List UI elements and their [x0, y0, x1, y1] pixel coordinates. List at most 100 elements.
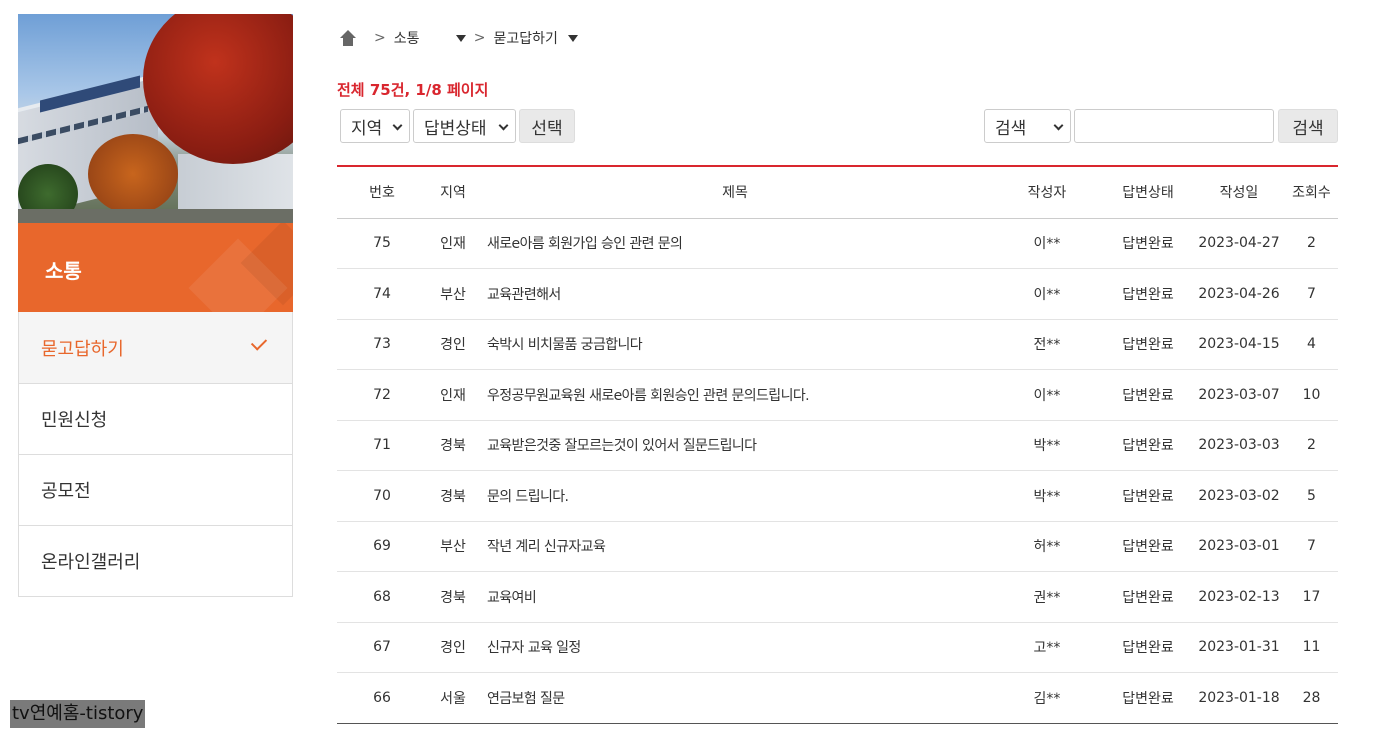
table-row[interactable]: 71 경북 교육받은것중 잘모르는것이 있어서 질문드립니다 박** 답변완료 …	[337, 420, 1338, 471]
table-row[interactable]: 72 인재 우정공무원교육원 새로e아름 회원승인 관련 문의드립니다. 이**…	[337, 369, 1338, 421]
region-select-value: 지역	[351, 118, 383, 139]
sidebar-item-label: 묻고답하기	[41, 338, 124, 360]
cell-date: 2023-04-15	[1193, 319, 1285, 370]
cell-subject-link[interactable]: 신규자 교육 일정	[479, 622, 991, 673]
cell-date: 2023-03-01	[1193, 521, 1285, 572]
chevron-down-icon	[498, 120, 509, 131]
breadcrumb: > 소통 > 묻고답하기	[340, 28, 578, 48]
home-icon[interactable]	[340, 30, 356, 46]
cell-views: 17	[1285, 571, 1338, 623]
search-button[interactable]: 검색	[1278, 109, 1338, 143]
sidebar-menu: 묻고답하기 민원신청 공모전 온라인갤러리	[18, 312, 293, 597]
cell-region: 인재	[427, 218, 479, 269]
cell-author: 이**	[991, 369, 1103, 421]
sidebar-item-label: 민원신청	[41, 410, 108, 431]
sidebar-title-banner: 소통	[18, 223, 293, 312]
cell-subject-link[interactable]: 문의 드립니다.	[479, 470, 991, 522]
cell-author: 박**	[991, 420, 1103, 471]
apply-filter-button[interactable]: 선택	[519, 109, 575, 143]
check-icon	[250, 334, 268, 351]
table-row[interactable]: 73 경인 숙박시 비치물품 궁금합니다 전** 답변완료 2023-04-15…	[337, 319, 1338, 370]
cell-author: 고**	[991, 622, 1103, 673]
dropdown-arrow-icon	[567, 34, 578, 42]
cell-views: 4	[1285, 319, 1338, 370]
sidebar-item-contest[interactable]: 공모전	[19, 454, 292, 525]
cell-region: 경인	[427, 622, 479, 673]
sidebar-item-label: 온라인갤러리	[41, 552, 141, 573]
sidebar-item-label: 공모전	[41, 481, 91, 502]
search-input[interactable]	[1074, 109, 1274, 143]
cell-subject-link[interactable]: 교육받은것중 잘모르는것이 있어서 질문드립니다	[479, 420, 991, 471]
table-row[interactable]: 70 경북 문의 드립니다. 박** 답변완료 2023-03-02 5	[337, 470, 1338, 522]
cell-author: 권**	[991, 571, 1103, 623]
chevron-down-icon	[1053, 120, 1064, 131]
cell-author: 허**	[991, 521, 1103, 572]
search-type-select[interactable]: 검색	[984, 109, 1071, 143]
cell-date: 2023-01-18	[1198, 689, 1280, 706]
cell-no: 67	[337, 622, 427, 673]
breadcrumb-level2-label: 묻고답하기	[493, 31, 558, 47]
cell-no: 75	[337, 218, 427, 269]
header-subject: 제목	[479, 166, 991, 219]
cell-status: 답변완료	[1103, 268, 1193, 320]
table-row[interactable]: 75 인재 새로e아름 회원가입 승인 관련 문의 이** 답변완료 2023-…	[337, 218, 1338, 269]
cell-author: 전**	[991, 319, 1103, 370]
table-row[interactable]: 74 부산 교육관련해서 이** 답변완료 2023-04-26 7	[337, 268, 1338, 320]
cell-subject-link[interactable]: 새로e아름 회원가입 승인 관련 문의	[479, 218, 991, 269]
cell-no: 70	[337, 470, 427, 522]
table-row[interactable]: 66 서울 연금보험 질문 김** 답변완료 2023-01-18 28	[337, 673, 1338, 724]
header-views: 조회수	[1285, 166, 1338, 219]
cell-no: 66	[373, 689, 391, 706]
cell-no: 74	[337, 268, 427, 320]
cell-no: 73	[337, 319, 427, 370]
breadcrumb-level2[interactable]: 묻고답하기	[493, 28, 578, 48]
table-row[interactable]: 69 부산 작년 계리 신규자교육 허** 답변완료 2023-03-01 7	[337, 521, 1338, 572]
breadcrumb-level1[interactable]: 소통	[394, 28, 466, 48]
table-row[interactable]: 68 경북 교육여비 권** 답변완료 2023-02-13 17	[337, 571, 1338, 623]
cell-subject-link[interactable]: 작년 계리 신규자교육	[479, 521, 991, 572]
cell-subject-link[interactable]: 연금보험 질문	[479, 673, 991, 724]
sidebar-item-qna[interactable]: 묻고답하기	[19, 312, 292, 383]
cell-status: 답변완료	[1103, 369, 1193, 421]
header-date: 작성일	[1193, 166, 1285, 219]
cell-author: 이**	[991, 268, 1103, 320]
cell-region: 부산	[427, 268, 479, 320]
table-row[interactable]: 67 경인 신규자 교육 일정 고** 답변완료 2023-01-31 11	[337, 622, 1338, 673]
dropdown-arrow-icon	[455, 34, 466, 42]
cell-author: 김**	[1033, 690, 1061, 707]
cell-date: 2023-02-13	[1193, 571, 1285, 623]
cell-views: 11	[1285, 622, 1338, 673]
cell-status: 답변완료	[1103, 521, 1193, 572]
cell-region: 인재	[427, 369, 479, 421]
cell-subject-link[interactable]: 교육여비	[479, 571, 991, 623]
sidebar-item-gallery[interactable]: 온라인갤러리	[19, 525, 292, 596]
cell-date: 2023-04-27	[1193, 218, 1285, 269]
campus-photo	[18, 14, 293, 223]
watermark: tv연예홈-tistory	[10, 700, 146, 728]
status-select[interactable]: 답변상태	[413, 109, 516, 143]
cell-region: 서울	[440, 690, 466, 707]
status-select-value: 답변상태	[424, 118, 487, 139]
cell-views: 5	[1285, 470, 1338, 522]
cell-subject-link[interactable]: 숙박시 비치물품 궁금합니다	[479, 319, 991, 370]
cell-date: 2023-01-31	[1193, 622, 1285, 673]
breadcrumb-separator: >	[374, 30, 386, 46]
cell-subject-link[interactable]: 우정공무원교육원 새로e아름 회원승인 관련 문의드립니다.	[479, 369, 991, 421]
cell-no: 69	[337, 521, 427, 572]
cell-status: 답변완료	[1103, 622, 1193, 673]
total-count-text: 전체 75건, 1/8 페이지	[337, 81, 489, 99]
cell-no: 71	[337, 420, 427, 471]
cell-region: 경북	[427, 420, 479, 471]
cell-date: 2023-03-07	[1193, 369, 1285, 421]
cell-no: 72	[337, 369, 427, 421]
cell-views: 2	[1285, 420, 1338, 471]
region-select[interactable]: 지역	[340, 109, 410, 143]
cell-subject-link[interactable]: 교육관련해서	[479, 268, 991, 320]
cell-date: 2023-03-02	[1193, 470, 1285, 522]
cell-region: 경북	[427, 571, 479, 623]
cell-region: 경인	[427, 319, 479, 370]
cell-status: 답변완료	[1103, 420, 1193, 471]
sidebar-item-complaint[interactable]: 민원신청	[19, 383, 292, 454]
cell-region: 경북	[427, 470, 479, 522]
cell-author: 박**	[991, 470, 1103, 522]
